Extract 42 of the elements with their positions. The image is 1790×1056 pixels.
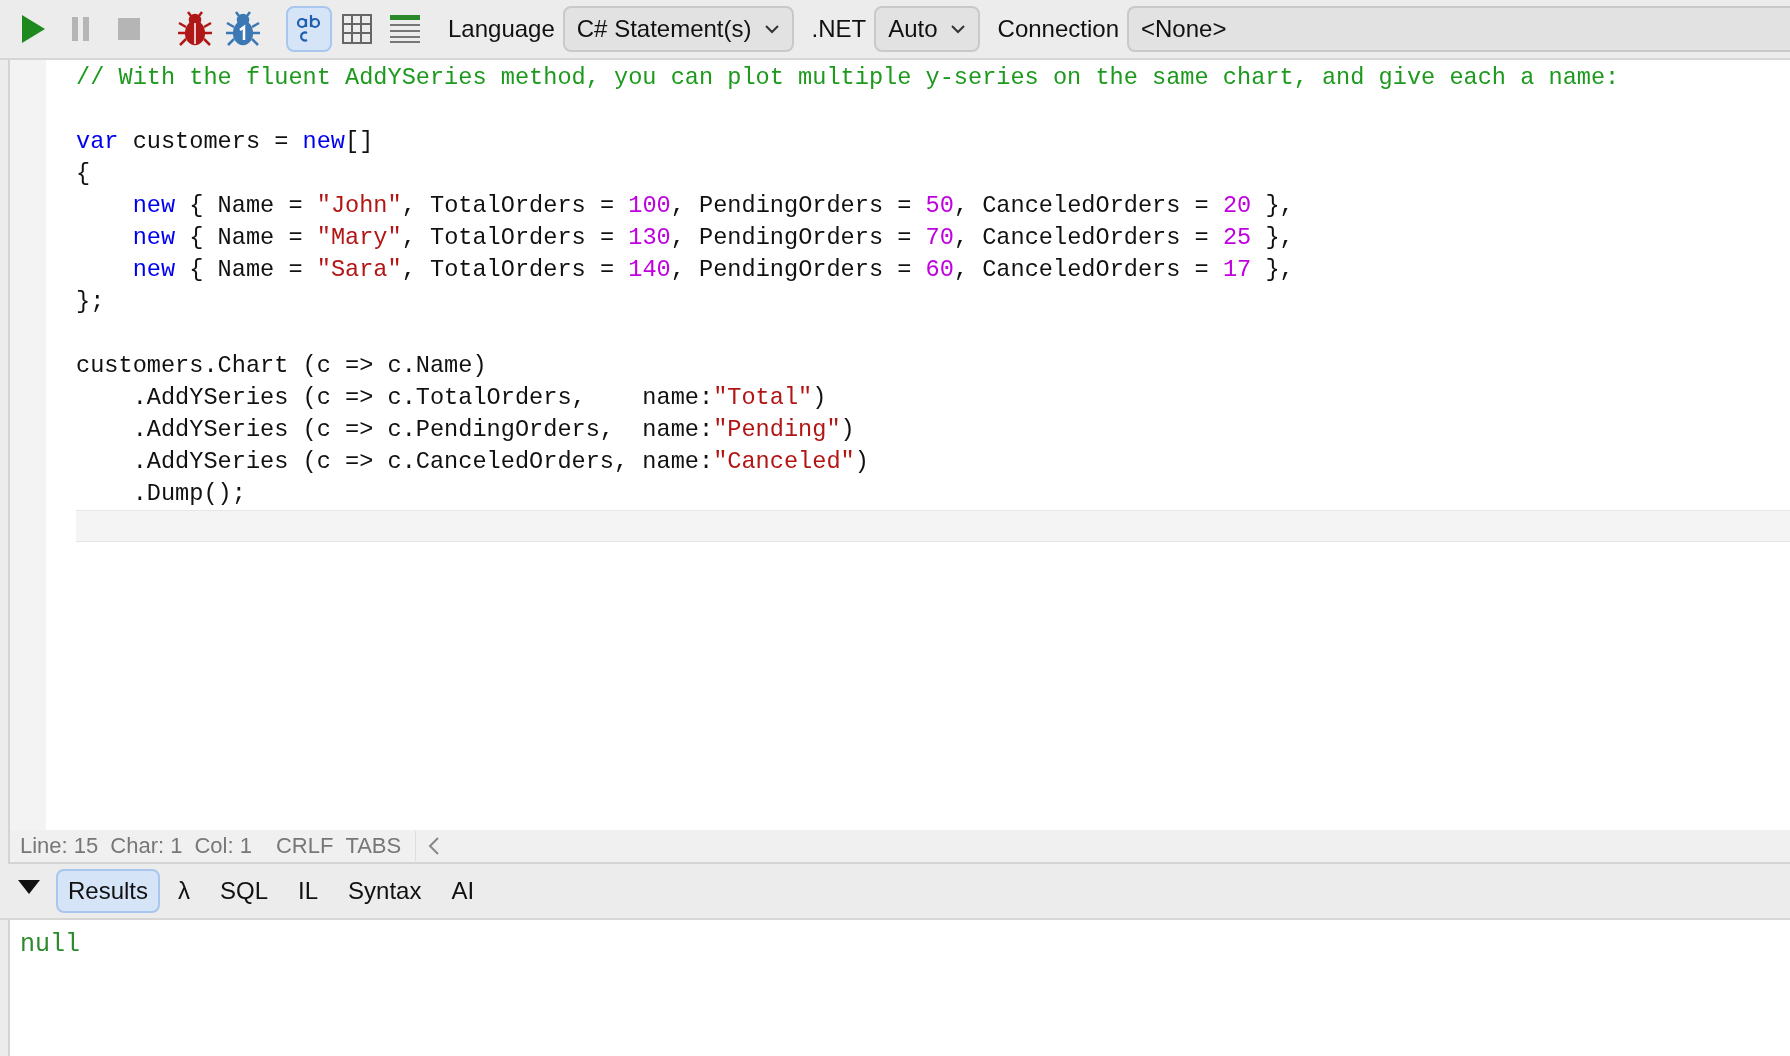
runtime-dropdown[interactable]: Auto bbox=[874, 6, 980, 52]
bug-icon bbox=[225, 11, 261, 47]
output-text: null bbox=[20, 930, 80, 959]
result-tab[interactable]: λ bbox=[166, 869, 203, 913]
chevron-left-icon[interactable] bbox=[428, 836, 441, 856]
status-item: CRLF bbox=[275, 833, 334, 859]
result-tab[interactable]: Results bbox=[56, 869, 161, 913]
code-line: }; bbox=[76, 288, 105, 315]
status-item: Char: 1 bbox=[110, 833, 183, 859]
code-line: new { Name = "Mary", TotalOrders = 130, PendingOrders = 70, CanceledOrders = 25 }, bbox=[131, 224, 1294, 251]
rows-icon bbox=[390, 15, 420, 43]
code-line: .AddYSeries (c => c.TotalOrders, name:"Total") bbox=[131, 384, 827, 411]
status-item: TABS bbox=[345, 833, 402, 859]
code-line: .Dump(); bbox=[131, 480, 246, 507]
toolbar-button[interactable] bbox=[286, 6, 332, 52]
result-tab[interactable]: AI bbox=[439, 869, 487, 913]
code-line: .AddYSeries (c => c.PendingOrders, name:"Pending") bbox=[131, 416, 855, 443]
chevron-down-icon bbox=[763, 24, 780, 34]
field-label: Language bbox=[448, 15, 555, 43]
play-icon bbox=[20, 14, 46, 44]
status-item: Col: 1 bbox=[194, 833, 252, 859]
text-format-icon bbox=[296, 14, 322, 44]
field-label: .NET bbox=[811, 15, 867, 43]
chevron-down-icon bbox=[949, 24, 966, 34]
code-line: // With the fluent AddYSeries method, you can plot multiple y-series on the same chart, and give each a name: bbox=[76, 64, 1620, 91]
result-tab[interactable]: Syntax bbox=[336, 869, 434, 913]
language-dropdown[interactable]: C# Statement(s) bbox=[562, 6, 794, 52]
bug-icon bbox=[177, 11, 213, 47]
result-tab[interactable]: SQL bbox=[208, 869, 281, 913]
pause-icon bbox=[71, 16, 91, 42]
code-line: var customers = new[] bbox=[76, 128, 374, 155]
connection-dropdown[interactable]: <None> bbox=[1127, 6, 1790, 52]
code-line: new { Name = "John", TotalOrders = 100, PendingOrders = 50, CanceledOrders = 20 }, bbox=[131, 192, 1294, 219]
status-item: Line: 15 bbox=[20, 833, 99, 859]
stop-icon bbox=[118, 18, 140, 40]
code-line: .AddYSeries (c => c.CanceledOrders, name:"Canceled") bbox=[131, 448, 869, 475]
code-line: customers.Chart (c => c.Name) bbox=[76, 352, 487, 379]
grid-icon bbox=[342, 14, 372, 44]
field-label: Connection bbox=[997, 15, 1119, 43]
result-tab[interactable]: IL bbox=[286, 869, 331, 913]
code-line: new { Name = "Sara", TotalOrders = 140, PendingOrders = 60, CanceledOrders = 17 }, bbox=[131, 256, 1294, 283]
code-line: { bbox=[76, 160, 91, 187]
